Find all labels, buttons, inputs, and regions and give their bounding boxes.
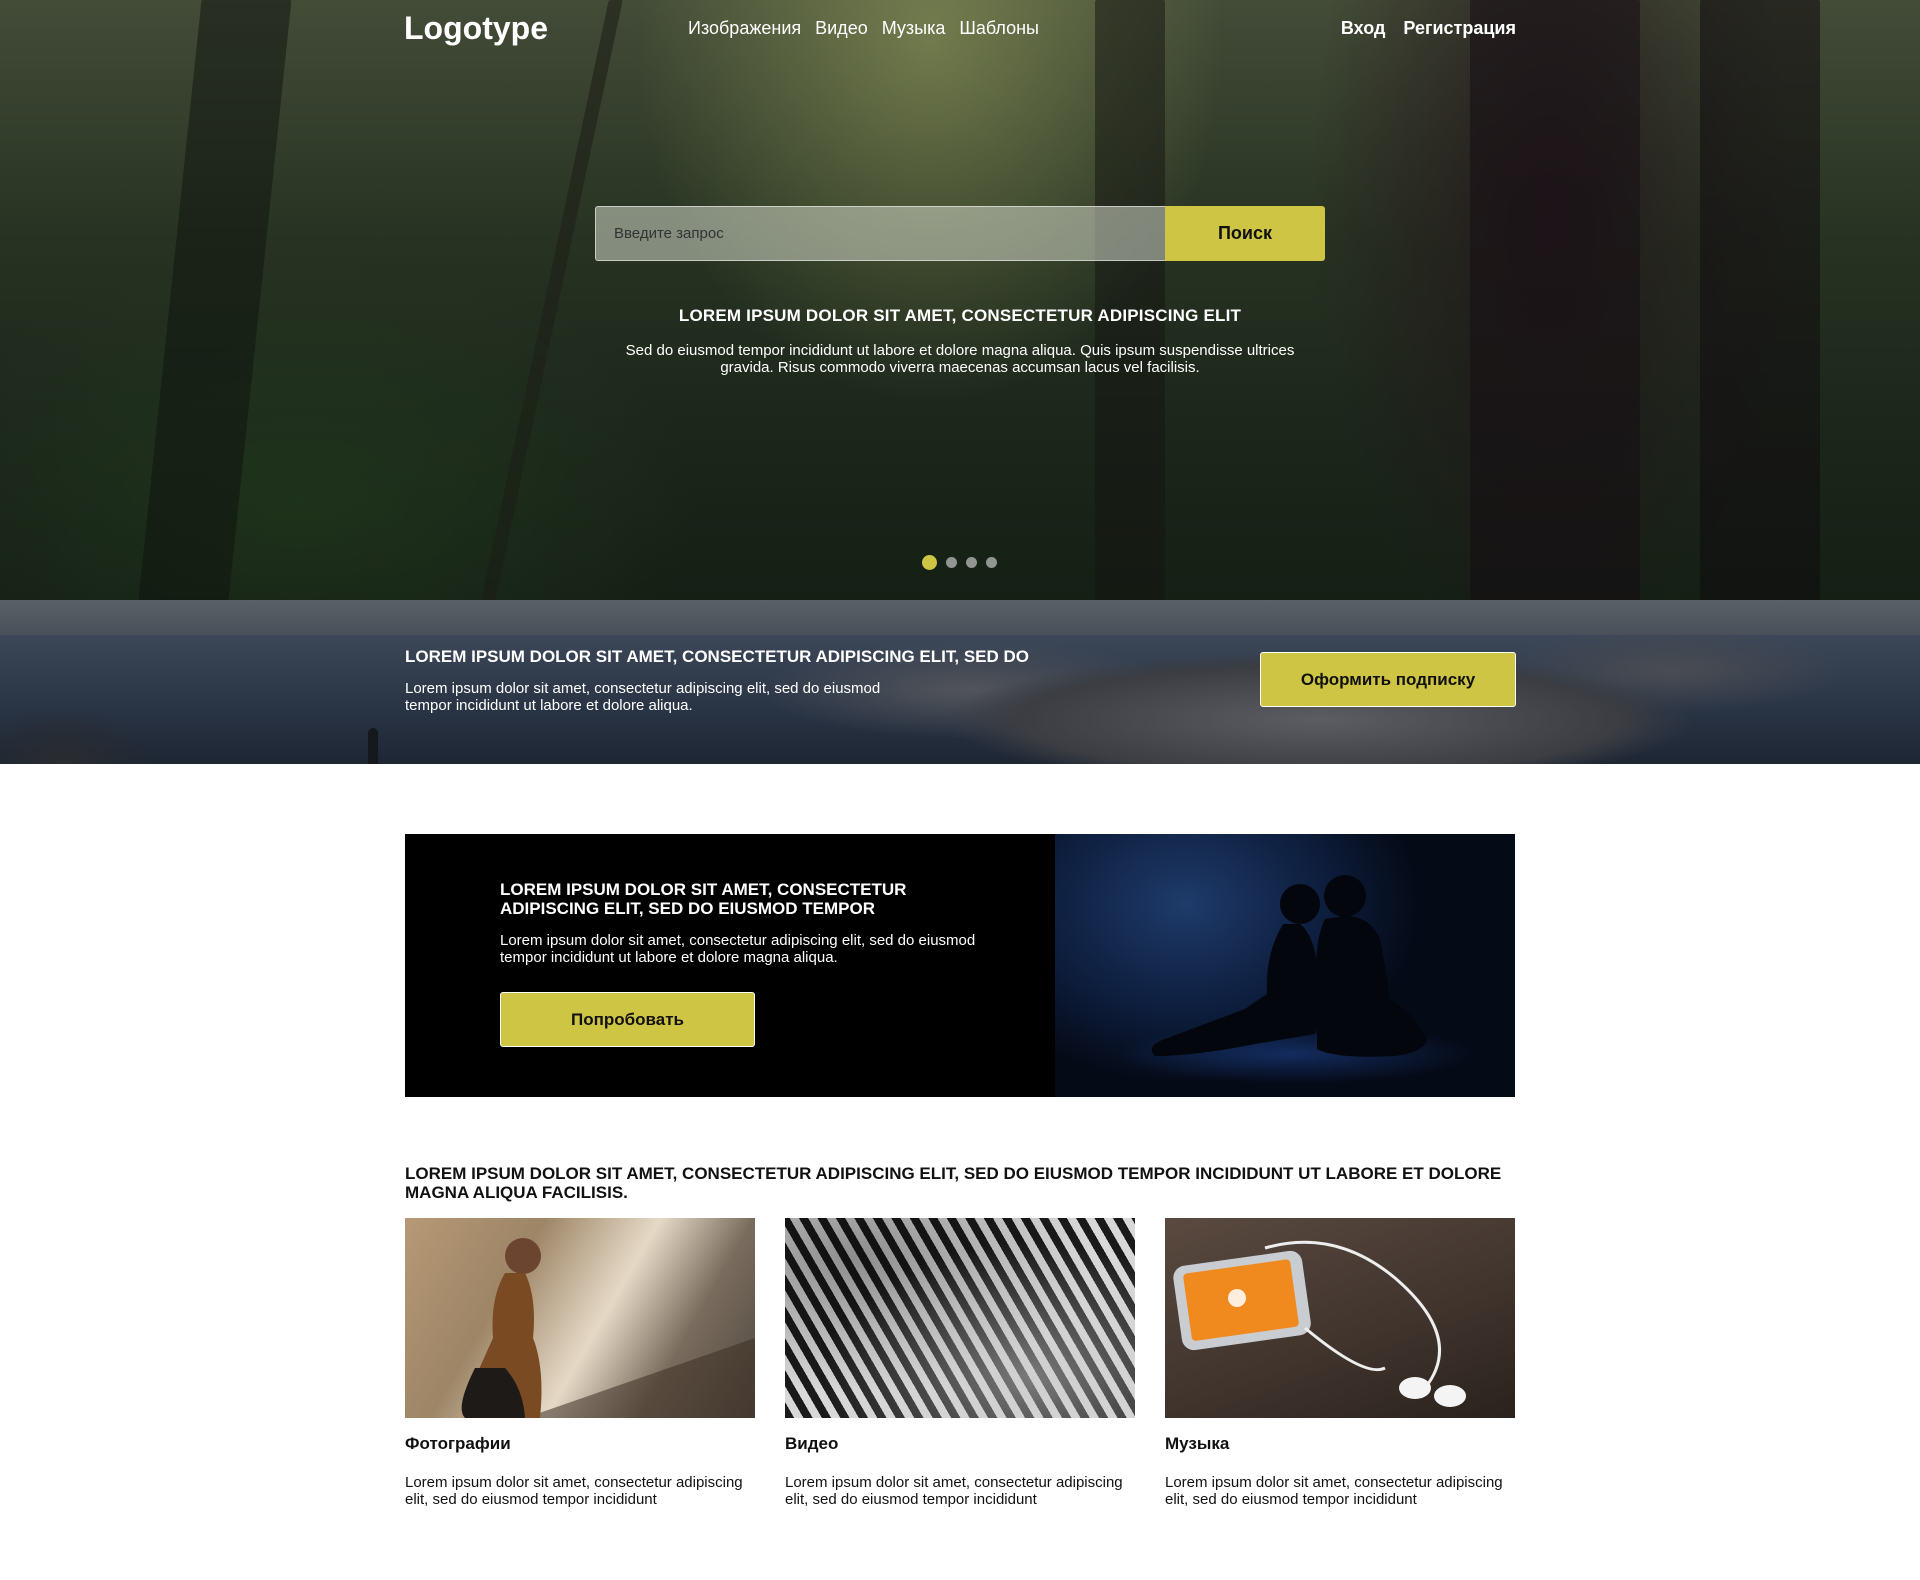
card-photos-title[interactable]: Фотографии: [405, 1434, 755, 1454]
nav-item-templates[interactable]: Шаблоны: [959, 18, 1039, 39]
woman-photo-icon: [461, 1238, 755, 1418]
nav-item-images[interactable]: Изображения: [688, 18, 801, 39]
zebra-image-overlay: [785, 1218, 1135, 1418]
slider-dot-2[interactable]: [946, 557, 957, 568]
card-photos[interactable]: Фотографии Lorem ipsum dolor sit amet, c…: [405, 1218, 755, 1508]
card-photos-image[interactable]: [405, 1218, 755, 1418]
card-video-image[interactable]: [785, 1218, 1135, 1418]
card-music-image[interactable]: [1165, 1218, 1515, 1418]
card-video-text: Lorem ipsum dolor sit amet, consectetur …: [785, 1474, 1123, 1508]
logo[interactable]: Logotype: [404, 10, 548, 47]
slider-dot-3[interactable]: [966, 557, 977, 568]
nav-item-video[interactable]: Видео: [815, 18, 868, 39]
hero-overlay: [0, 0, 1920, 600]
auth-links: Вход Регистрация: [1341, 18, 1516, 39]
slider-dot-1[interactable]: [922, 555, 937, 570]
phone-earphones-icon: [1173, 1240, 1466, 1407]
couple-silhouette-icon: [1151, 875, 1427, 1057]
search-input[interactable]: [595, 206, 1165, 261]
main-nav: Изображения Видео Музыка Шаблоны: [688, 18, 1039, 39]
search-form: Поиск: [595, 206, 1325, 261]
hero-description: Sed do eiusmod tempor incididunt ut labo…: [625, 342, 1295, 376]
subscribe-button[interactable]: Оформить подписку: [1260, 652, 1516, 707]
promo-block: LOREM IPSUM DOLOR SIT AMET, CONSECTETUR …: [405, 834, 1515, 1097]
hero-section: Logotype Изображения Видео Музыка Шаблон…: [0, 0, 1920, 600]
card-video-title[interactable]: Видео: [785, 1434, 1135, 1454]
promo-title: LOREM IPSUM DOLOR SIT AMET, CONSECTETUR …: [500, 880, 907, 918]
category-cards: Фотографии Lorem ipsum dolor sit amet, c…: [405, 1218, 1515, 1508]
card-video[interactable]: Видео Lorem ipsum dolor sit amet, consec…: [785, 1218, 1135, 1508]
register-link[interactable]: Регистрация: [1403, 18, 1516, 39]
slider-dots: [922, 555, 997, 570]
promo-description: Lorem ipsum dolor sit amet, consectetur …: [500, 932, 976, 966]
banner-title: LOREM IPSUM DOLOR SIT AMET, CONSECTETUR …: [405, 647, 1029, 666]
hero-title: LOREM IPSUM DOLOR SIT AMET, CONSECTETUR …: [678, 306, 1242, 325]
card-music-text: Lorem ipsum dolor sit amet, consectetur …: [1165, 1474, 1503, 1508]
promo-couple-image: [1055, 834, 1515, 1097]
banner-rock-left: [0, 704, 160, 764]
subscribe-banner: LOREM IPSUM DOLOR SIT AMET, CONSECTETUR …: [0, 600, 1920, 764]
banner-person-silhouette: [368, 728, 378, 764]
top-navigation: Logotype Изображения Видео Музыка Шаблон…: [404, 0, 1516, 58]
card-photos-text: Lorem ipsum dolor sit amet, consectetur …: [405, 1474, 743, 1508]
card-music-title[interactable]: Музыка: [1165, 1434, 1515, 1454]
nav-item-music[interactable]: Музыка: [882, 18, 946, 39]
slider-dot-4[interactable]: [986, 557, 997, 568]
try-button[interactable]: Попробовать: [500, 992, 755, 1047]
card-music[interactable]: Музыка Lorem ipsum dolor sit amet, conse…: [1165, 1218, 1515, 1508]
banner-description: Lorem ipsum dolor sit amet, consectetur …: [405, 680, 881, 714]
cards-section-heading: LOREM IPSUM DOLOR SIT AMET, CONSECTETUR …: [405, 1164, 1502, 1202]
login-link[interactable]: Вход: [1341, 18, 1386, 39]
search-button[interactable]: Поиск: [1165, 206, 1325, 261]
